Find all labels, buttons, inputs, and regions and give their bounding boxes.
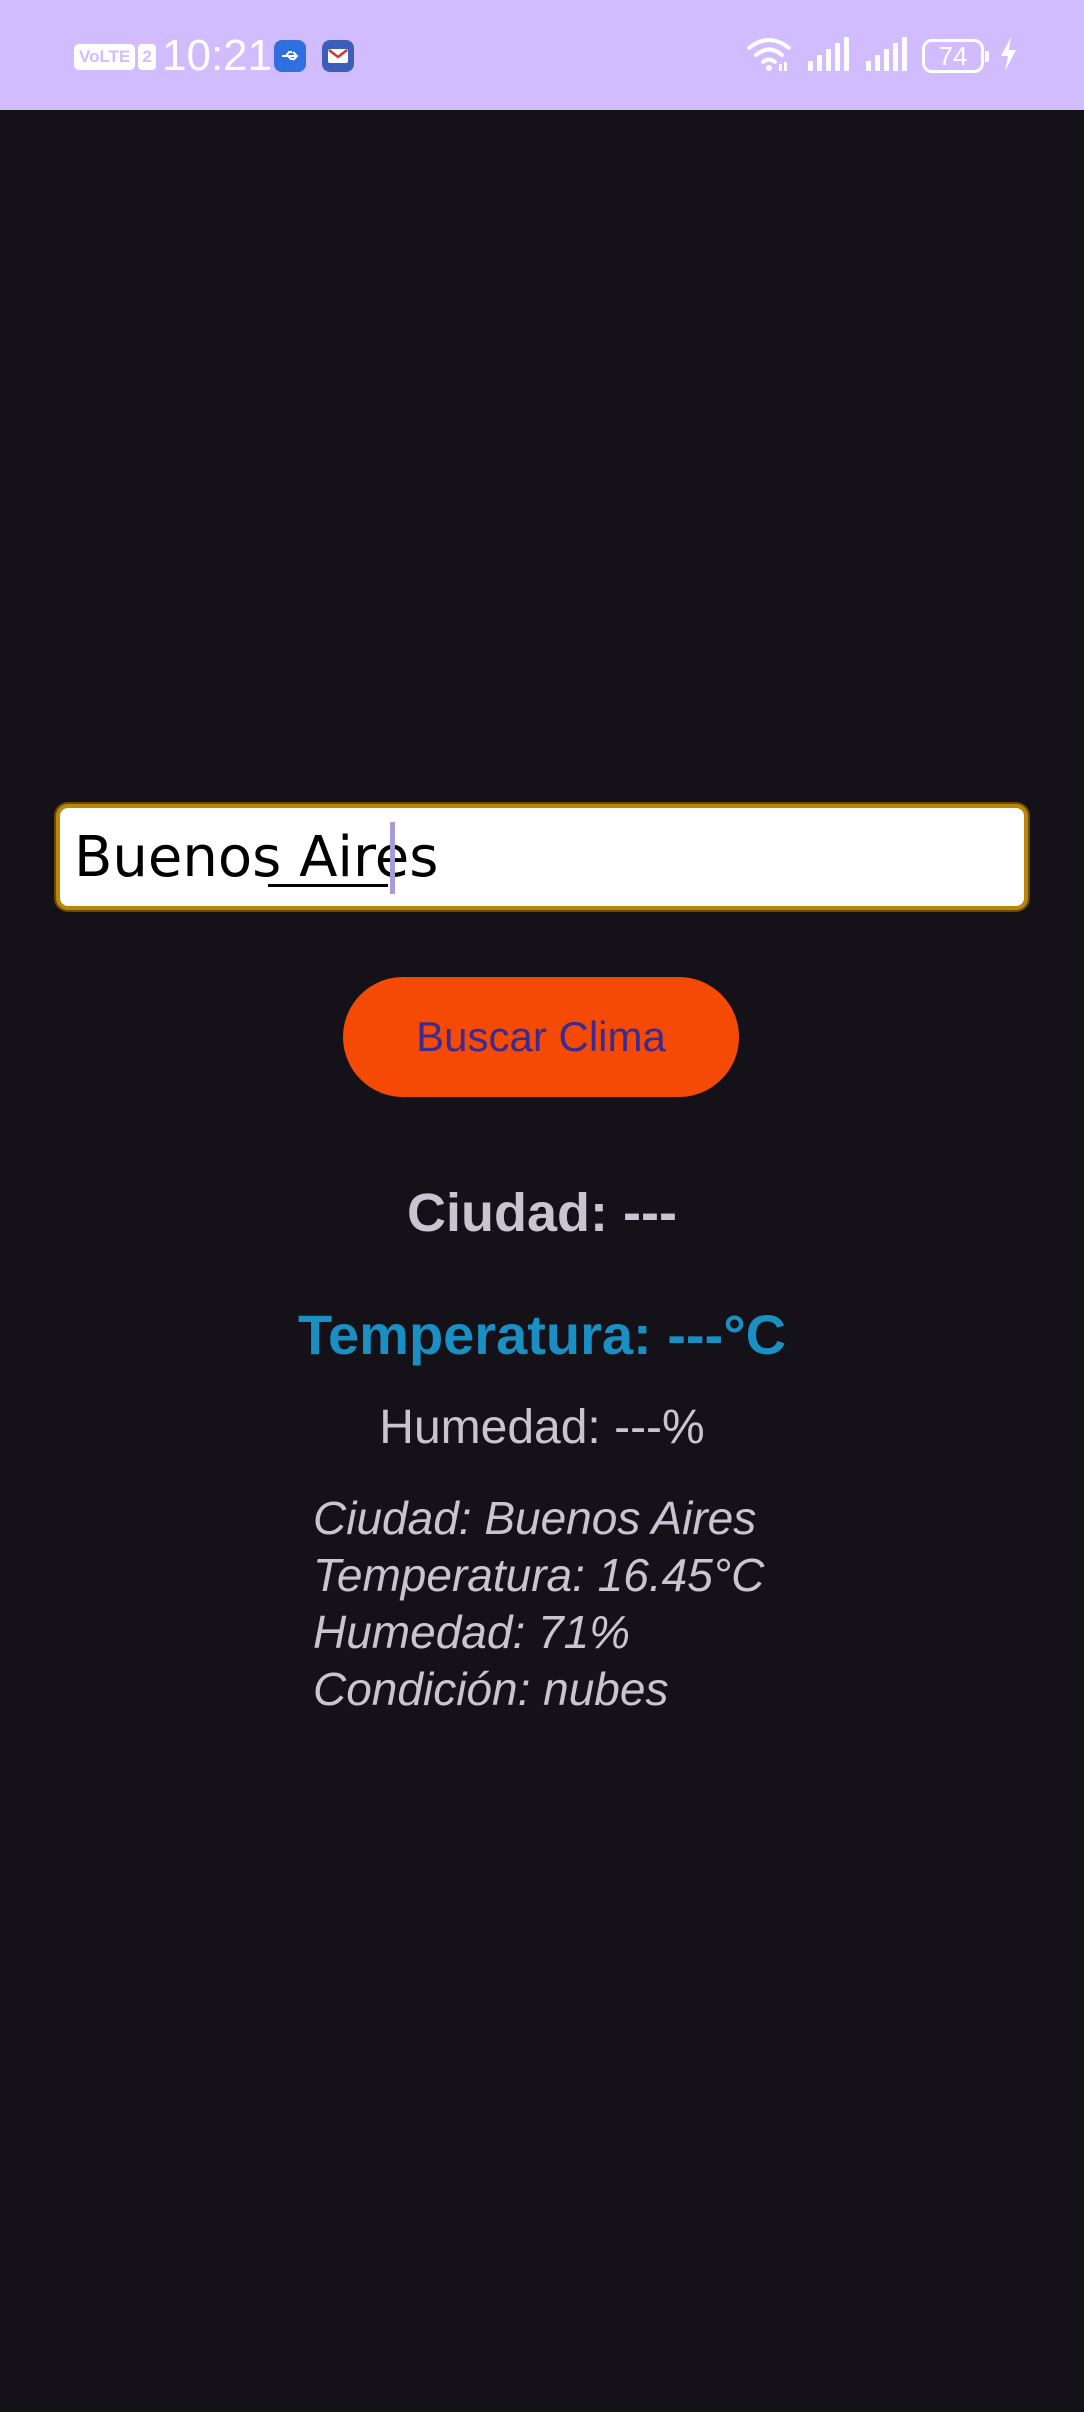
gmail-icon xyxy=(322,40,354,72)
sim-number: 2 xyxy=(138,44,156,70)
city-input[interactable] xyxy=(56,804,1028,910)
result-city: Ciudad: Buenos Aires xyxy=(313,1492,757,1544)
battery-icon: 74 xyxy=(922,39,989,73)
result-condition: Condición: nubes xyxy=(313,1663,669,1715)
status-indicators: 74 xyxy=(746,34,1018,78)
weather-result: Ciudad: Buenos Aires Temperatura: 16.45°… xyxy=(313,1490,764,1718)
volte-indicator: VoLTE 2 xyxy=(74,42,156,72)
result-humidity: Humedad: 71% xyxy=(313,1606,631,1658)
result-temperature: Temperatura: 16.45°C xyxy=(313,1549,765,1601)
usb-icon xyxy=(274,40,306,72)
signal-icon xyxy=(806,36,850,76)
search-weather-button[interactable]: Buscar Clima xyxy=(343,977,739,1097)
volte-icon: VoLTE xyxy=(74,44,136,70)
spellcheck-underline xyxy=(268,884,388,887)
city-heading: Ciudad: --- xyxy=(407,1183,677,1243)
humidity-heading: Humedad: ---% xyxy=(379,1401,705,1454)
temperature-heading: Temperatura: ---°C xyxy=(297,1303,787,1366)
status-bar: VoLTE 2 10:21 74 xyxy=(0,0,1084,110)
status-time: 10:21 xyxy=(162,31,273,80)
signal-icon xyxy=(864,36,908,76)
text-cursor xyxy=(390,822,395,894)
wifi-icon xyxy=(746,36,792,77)
charging-icon xyxy=(998,36,1018,77)
